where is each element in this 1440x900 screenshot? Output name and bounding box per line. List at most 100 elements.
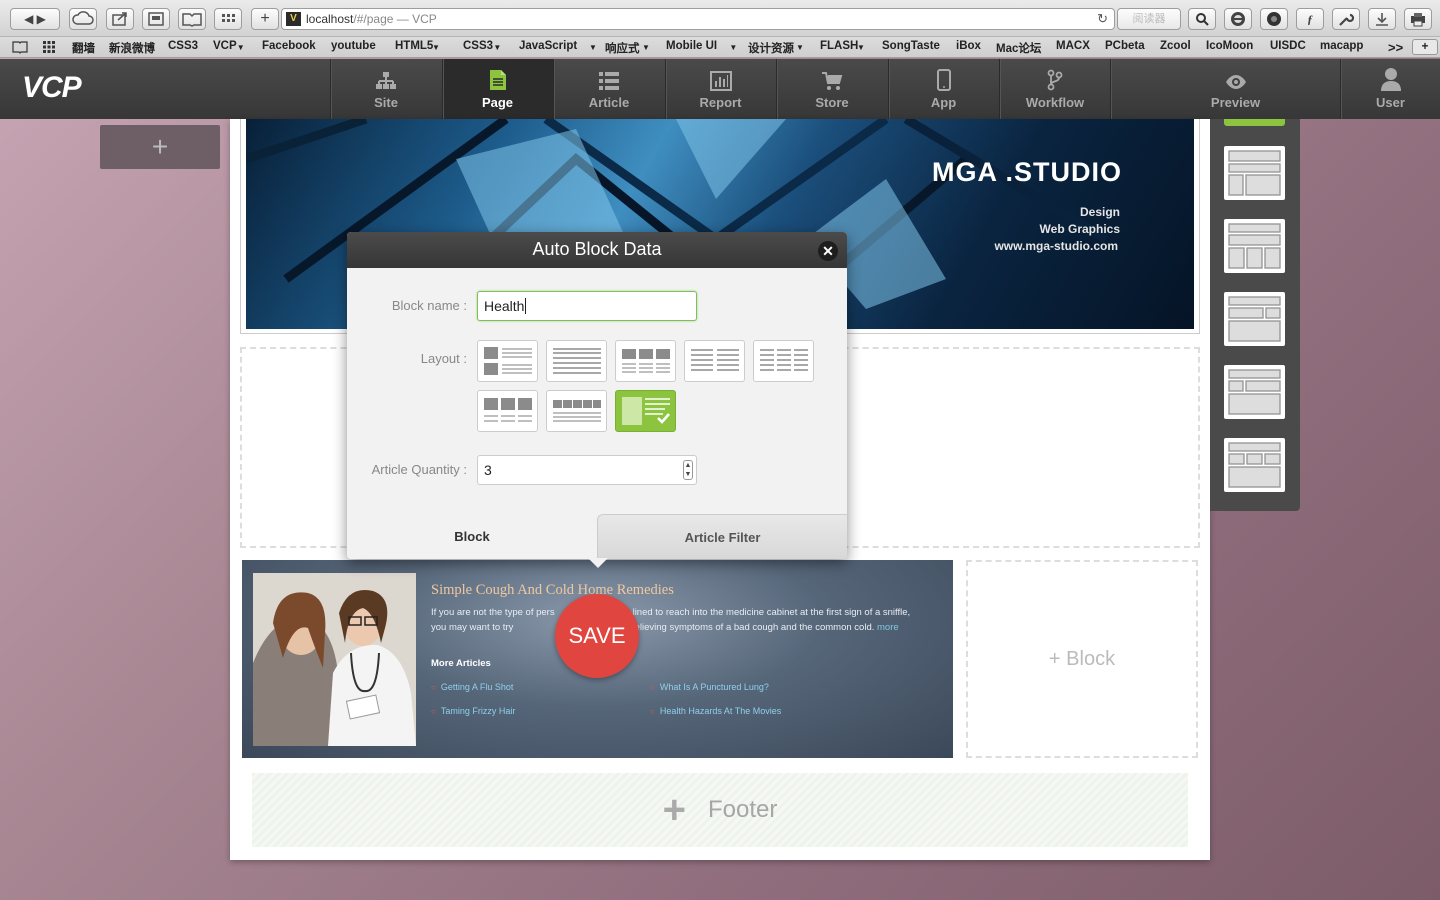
forward-icon[interactable]: ▶ (37, 12, 46, 26)
bookmark-item[interactable]: UISDC (1270, 40, 1306, 52)
bookmark-item[interactable]: iBox (956, 40, 981, 52)
bookmark-item[interactable]: FLASH (820, 40, 858, 52)
bookmark-item[interactable]: IcoMoon (1206, 40, 1253, 52)
article-image (253, 573, 416, 746)
nav-site[interactable]: Site (330, 59, 441, 119)
icloud-tabs-button[interactable] (69, 8, 97, 30)
printer-icon (1411, 13, 1425, 27)
bookmark-item[interactable]: VCP (213, 40, 237, 52)
layout-thumb[interactable] (1224, 365, 1285, 419)
nav-label: Article (588, 95, 630, 110)
more-link[interactable]: more (877, 622, 899, 633)
footer-label: Footer (707, 796, 778, 823)
layout-thumb-selected-partial[interactable] (1224, 119, 1285, 126)
bookmark-item[interactable]: 翻墙 (72, 40, 95, 56)
nav-page[interactable]: Page (441, 59, 553, 119)
share-button[interactable] (106, 8, 134, 30)
bookmark-item[interactable]: Facebook (262, 40, 316, 52)
article-title[interactable]: Simple Cough And Cold Home Remedies (431, 582, 674, 599)
bookmark-item[interactable]: 设计资源 (748, 40, 794, 56)
layout-thumb[interactable] (1224, 219, 1285, 273)
chart-icon (709, 71, 732, 91)
nav-preview[interactable]: Preview (1110, 59, 1360, 119)
bookmark-item[interactable]: SongTaste (882, 40, 940, 52)
related-article-link[interactable]: Health Hazards At The Movies (650, 706, 781, 716)
layout-thumb[interactable] (1224, 146, 1285, 200)
dialog-tabs: Block Article Filter (347, 514, 847, 559)
reader-button[interactable]: 阅读器 (1117, 8, 1181, 30)
related-article-link[interactable]: What Is A Punctured Lung? (650, 682, 769, 692)
stepper-icon[interactable]: ▲ ▼ (683, 460, 693, 480)
block-name-input[interactable]: Health (477, 291, 697, 321)
layout-option[interactable] (477, 340, 538, 382)
bookmark-item[interactable]: Mac论坛 (996, 40, 1041, 56)
back-forward-buttons[interactable]: ◀ ▶ (10, 8, 60, 30)
nav-app[interactable]: App (887, 59, 999, 119)
tab-block[interactable]: Block (347, 514, 597, 559)
top-sites-button[interactable] (142, 8, 170, 30)
bookmark-item[interactable]: CSS3 (168, 40, 198, 52)
layout-option[interactable] (615, 390, 676, 432)
bookmark-item[interactable]: PCbeta (1105, 40, 1145, 52)
open-book-icon[interactable] (12, 40, 28, 54)
layout-option[interactable] (684, 340, 745, 382)
nav-user[interactable]: User (1340, 59, 1440, 119)
bookmark-item[interactable]: CSS3 (463, 40, 493, 52)
bookmark-item[interactable]: MACX (1056, 40, 1090, 52)
block-name-value: Health (484, 298, 525, 314)
print-button[interactable] (1404, 8, 1432, 30)
download-button[interactable] (1368, 8, 1396, 30)
apps-button[interactable] (214, 8, 242, 30)
layout-panel (1210, 119, 1300, 511)
add-bookmark-button[interactable]: + (1412, 39, 1438, 55)
reload-icon[interactable]: ↻ (1097, 9, 1108, 29)
layout-option[interactable] (546, 340, 607, 382)
nav-workflow[interactable]: Workflow (999, 59, 1110, 119)
bookmark-item[interactable]: 新浪微博 (109, 40, 155, 56)
layout-option[interactable] (546, 390, 607, 432)
nav-user-label: User (1376, 95, 1405, 110)
nav-label: Report (699, 95, 742, 110)
bookmark-item[interactable]: youtube (331, 40, 376, 52)
add-footer-button[interactable]: + Footer (252, 773, 1188, 847)
related-article-link[interactable]: Getting A Flu Shot (431, 682, 514, 692)
layout-option[interactable] (477, 390, 538, 432)
tab-article-filter[interactable]: Article Filter (597, 514, 847, 559)
layout-option[interactable] (753, 340, 814, 382)
plus-icon: + (662, 787, 686, 832)
bookmark-item[interactable]: HTML5 (395, 40, 433, 52)
bookmark-item[interactable]: Zcool (1160, 40, 1191, 52)
related-article-link[interactable]: Taming Frizzy Hair (431, 706, 516, 716)
bookmark-item[interactable]: JavaScript (519, 40, 577, 52)
layout-thumb[interactable] (1224, 292, 1285, 346)
reading-list-button[interactable] (178, 8, 206, 30)
ie-button[interactable] (1224, 8, 1252, 30)
firebug-button[interactable]: ƒ (1296, 8, 1324, 30)
page-title: — VCP (397, 12, 437, 26)
nav-store[interactable]: Store (776, 59, 887, 119)
address-bar[interactable]: V localhost/#/page — VCP ↻ (281, 8, 1115, 30)
add-section-button[interactable]: + (100, 125, 220, 169)
more-articles-heading: More Articles (431, 658, 491, 669)
new-tab-button[interactable]: + (251, 8, 279, 30)
tools-button[interactable] (1332, 8, 1360, 30)
layout-label: Layout : (420, 351, 467, 366)
bookmark-overflow-icon[interactable]: >> (1388, 40, 1403, 55)
extension-button[interactable] (1260, 8, 1288, 30)
layout-thumb[interactable] (1224, 438, 1285, 492)
bookmark-item[interactable]: macapp (1320, 40, 1363, 52)
nav-article[interactable]: Article (553, 59, 664, 119)
bookmark-item[interactable]: Mobile UI (666, 40, 717, 52)
nav-report[interactable]: Report (664, 59, 776, 119)
chevron-down-icon: ▼ (236, 43, 245, 52)
article-quantity-input[interactable]: 3 ▲ ▼ (477, 455, 697, 485)
layout-option[interactable] (615, 340, 676, 382)
save-button[interactable]: SAVE (555, 594, 639, 678)
grid-bookmarks-icon[interactable] (42, 40, 56, 54)
search-button[interactable] (1188, 8, 1216, 30)
add-block-button[interactable]: + Block (966, 560, 1198, 758)
url-host: localhost (306, 12, 354, 26)
bookmark-item[interactable]: 响应式 (605, 40, 640, 56)
back-icon[interactable]: ◀ (24, 12, 33, 26)
close-icon[interactable]: ✕ (818, 241, 838, 261)
